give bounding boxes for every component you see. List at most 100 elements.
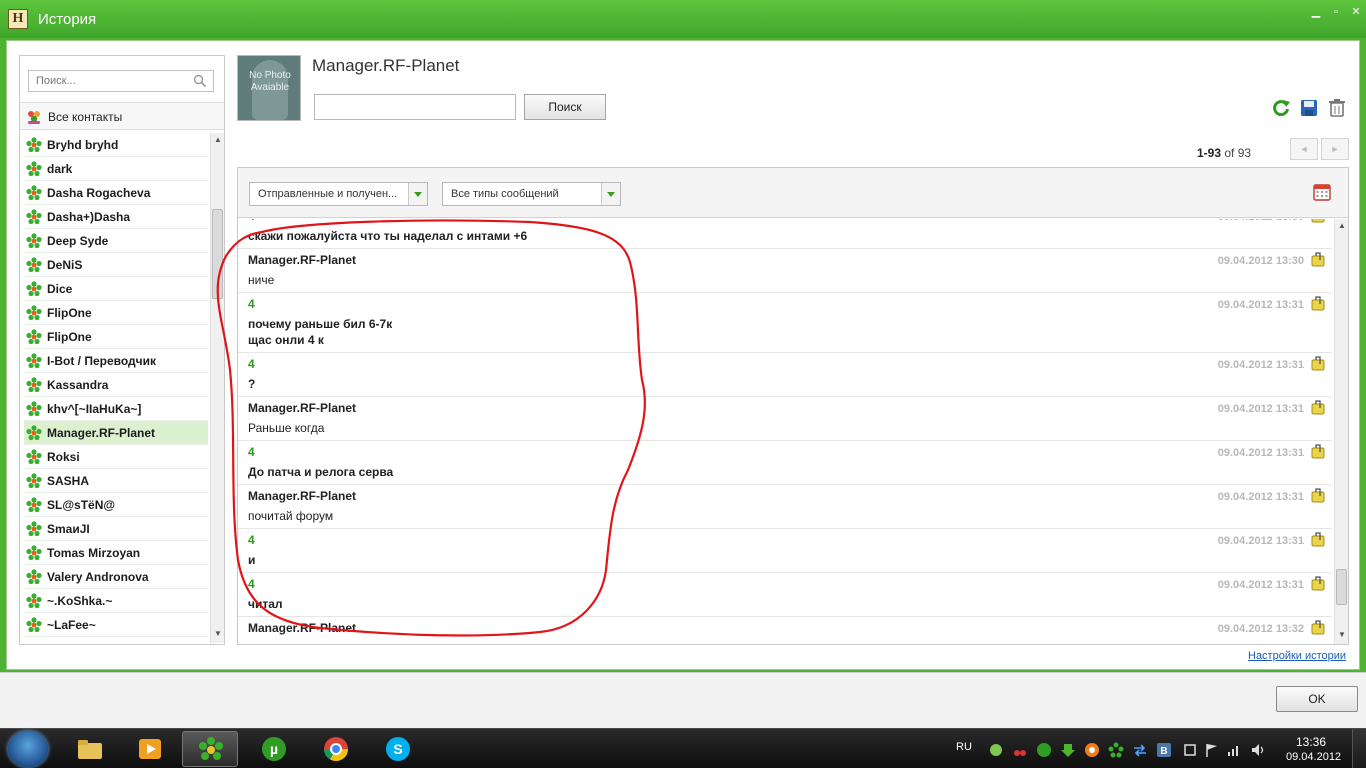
save-icon[interactable] bbox=[1299, 98, 1319, 118]
chevron-down-icon[interactable] bbox=[601, 183, 620, 205]
tray-download-icon[interactable] bbox=[1060, 742, 1076, 758]
taskbar-chrome[interactable] bbox=[308, 731, 364, 767]
contact-item[interactable]: Deep Syde bbox=[24, 229, 208, 253]
language-indicator[interactable]: RU bbox=[956, 741, 972, 753]
clock-date[interactable]: 09.04.2012 bbox=[1286, 751, 1341, 763]
clipboard-icon[interactable] bbox=[1310, 443, 1326, 459]
contact-item[interactable]: Tomas Mirzoyan bbox=[24, 541, 208, 565]
message-item: Manager.RF-Planet 09.04.2012 13:32 bbox=[238, 617, 1332, 644]
clipboard-icon[interactable] bbox=[1310, 295, 1326, 311]
contact-item[interactable]: Valery Andronova bbox=[24, 565, 208, 589]
type-filter-value: Все типы сообщений bbox=[451, 188, 559, 200]
clipboard-icon[interactable] bbox=[1310, 531, 1326, 547]
clipboard-icon[interactable] bbox=[1310, 251, 1326, 267]
tray-scissors-icon[interactable] bbox=[1012, 742, 1028, 758]
ok-button[interactable]: OK bbox=[1276, 686, 1358, 712]
chevron-down-icon[interactable] bbox=[408, 183, 427, 205]
tray-chat-icon[interactable] bbox=[988, 742, 1004, 758]
contact-item[interactable]: ~.KoShka.~ bbox=[24, 589, 208, 613]
clipboard-icon[interactable] bbox=[1310, 575, 1326, 591]
type-filter-dropdown[interactable]: Все типы сообщений bbox=[442, 182, 621, 206]
history-window: H История ▁ ▫ ✕ Все контакты Bryhd b bbox=[0, 0, 1366, 728]
tray-wifi-icon[interactable] bbox=[1226, 742, 1242, 758]
contact-item[interactable]: FlipOne bbox=[24, 325, 208, 349]
contact-item[interactable]: DeNiS bbox=[24, 253, 208, 277]
contact-item[interactable]: Dasha Rogacheva bbox=[24, 181, 208, 205]
start-button[interactable] bbox=[8, 731, 48, 767]
taskbar-skype[interactable]: S bbox=[370, 731, 426, 767]
scroll-down-arrow-icon[interactable]: ▼ bbox=[1337, 630, 1347, 640]
search-icon[interactable] bbox=[193, 74, 207, 88]
clock-time[interactable]: 13:36 bbox=[1296, 735, 1326, 749]
clipboard-icon[interactable] bbox=[1310, 355, 1326, 371]
tray-network-icon[interactable] bbox=[1132, 742, 1148, 758]
clipboard-icon[interactable] bbox=[1310, 219, 1326, 223]
message-sender: 4 bbox=[248, 219, 255, 223]
contact-item[interactable]: Manager.RF-Planet bbox=[24, 421, 208, 445]
tray-vk-icon[interactable]: B bbox=[1156, 742, 1172, 758]
media-player-icon bbox=[139, 739, 161, 759]
taskbar-icq[interactable] bbox=[182, 731, 238, 767]
message-search-input[interactable] bbox=[314, 94, 516, 120]
contact-item[interactable]: Dasha+)Dasha bbox=[24, 205, 208, 229]
icq-flower-icon bbox=[26, 209, 42, 225]
clipboard-icon[interactable] bbox=[1310, 487, 1326, 503]
contact-item[interactable]: khv^[~IIaHuKa~] bbox=[24, 397, 208, 421]
all-contacts-item[interactable]: Все контакты bbox=[20, 102, 224, 130]
contact-item[interactable]: Bryhd bryhd bbox=[24, 133, 208, 157]
tray-orange-icon[interactable] bbox=[1084, 742, 1100, 758]
scrollbar-thumb[interactable] bbox=[1336, 569, 1347, 605]
scroll-up-arrow-icon[interactable]: ▲ bbox=[1337, 221, 1347, 231]
contact-item[interactable]: I-Bot / Переводчик bbox=[24, 349, 208, 373]
taskbar-utorrent[interactable]: µ bbox=[246, 731, 302, 767]
scrollbar-thumb[interactable] bbox=[212, 209, 223, 299]
contact-item[interactable]: FlipOne bbox=[24, 301, 208, 325]
contact-list-scrollbar[interactable]: ▲ ▼ bbox=[210, 133, 224, 643]
taskbar-explorer[interactable] bbox=[62, 731, 118, 767]
tray-volume-icon[interactable] bbox=[1250, 742, 1266, 758]
next-page-button[interactable]: ► bbox=[1321, 138, 1349, 160]
contact-item[interactable]: Roksi bbox=[24, 445, 208, 469]
taskbar-media-player[interactable] bbox=[122, 731, 178, 767]
contact-item[interactable]: SL@sTёN@ bbox=[24, 493, 208, 517]
icq-flower-icon bbox=[26, 353, 42, 369]
contact-item[interactable]: Kassandra bbox=[24, 373, 208, 397]
scroll-up-arrow-icon[interactable]: ▲ bbox=[213, 135, 223, 145]
contact-name: FlipOne bbox=[47, 306, 92, 320]
history-settings-link[interactable]: Настройки истории bbox=[1248, 650, 1346, 662]
icq-flower-icon bbox=[26, 473, 42, 489]
contact-item[interactable]: SmaиJI bbox=[24, 517, 208, 541]
close-button[interactable]: ✕ bbox=[1348, 5, 1364, 19]
contact-search-input[interactable] bbox=[29, 71, 189, 91]
search-button[interactable]: Поиск bbox=[524, 94, 606, 120]
icq-flower-icon bbox=[26, 425, 42, 441]
tray-icq-icon[interactable] bbox=[1108, 742, 1124, 758]
minimize-button[interactable]: ▁ bbox=[1308, 5, 1324, 19]
tray-utorrent-icon[interactable] bbox=[1036, 742, 1052, 758]
trash-icon[interactable] bbox=[1327, 98, 1347, 118]
history-main-panel: Все контакты Bryhd bryhd dark Dasha Rogach… bbox=[6, 40, 1360, 670]
message-sender: 4 bbox=[248, 445, 255, 459]
prev-page-button[interactable]: ◄ bbox=[1290, 138, 1318, 160]
message-text: ниче bbox=[248, 273, 275, 287]
contacts-sidebar: Все контакты Bryhd bryhd dark Dasha Rogach… bbox=[19, 55, 225, 645]
contact-name: Tomas Mirzoyan bbox=[47, 546, 141, 560]
svg-text:µ: µ bbox=[270, 741, 278, 757]
clipboard-icon[interactable] bbox=[1310, 619, 1326, 635]
show-desktop-button[interactable] bbox=[1352, 729, 1366, 768]
maximize-button[interactable]: ▫ bbox=[1328, 5, 1344, 19]
contact-item[interactable]: ~LaFee~ bbox=[24, 613, 208, 637]
contact-search-box[interactable] bbox=[28, 70, 214, 92]
contact-item[interactable]: SASHA bbox=[24, 469, 208, 493]
refresh-icon[interactable] bbox=[1271, 98, 1291, 118]
calendar-icon[interactable] bbox=[1312, 182, 1332, 202]
contact-item[interactable]: Dice bbox=[24, 277, 208, 301]
clipboard-icon[interactable] bbox=[1310, 399, 1326, 415]
tray-flag-icon[interactable] bbox=[1204, 742, 1220, 758]
scroll-down-arrow-icon[interactable]: ▼ bbox=[213, 629, 223, 639]
tray-device-icon[interactable] bbox=[1182, 742, 1198, 758]
contact-item[interactable]: dark bbox=[24, 157, 208, 181]
direction-filter-dropdown[interactable]: Отправленные и получен... bbox=[249, 182, 428, 206]
title-bar[interactable]: H История ▁ ▫ ✕ bbox=[0, 0, 1366, 38]
message-list-scrollbar[interactable]: ▲ ▼ bbox=[1334, 219, 1348, 644]
